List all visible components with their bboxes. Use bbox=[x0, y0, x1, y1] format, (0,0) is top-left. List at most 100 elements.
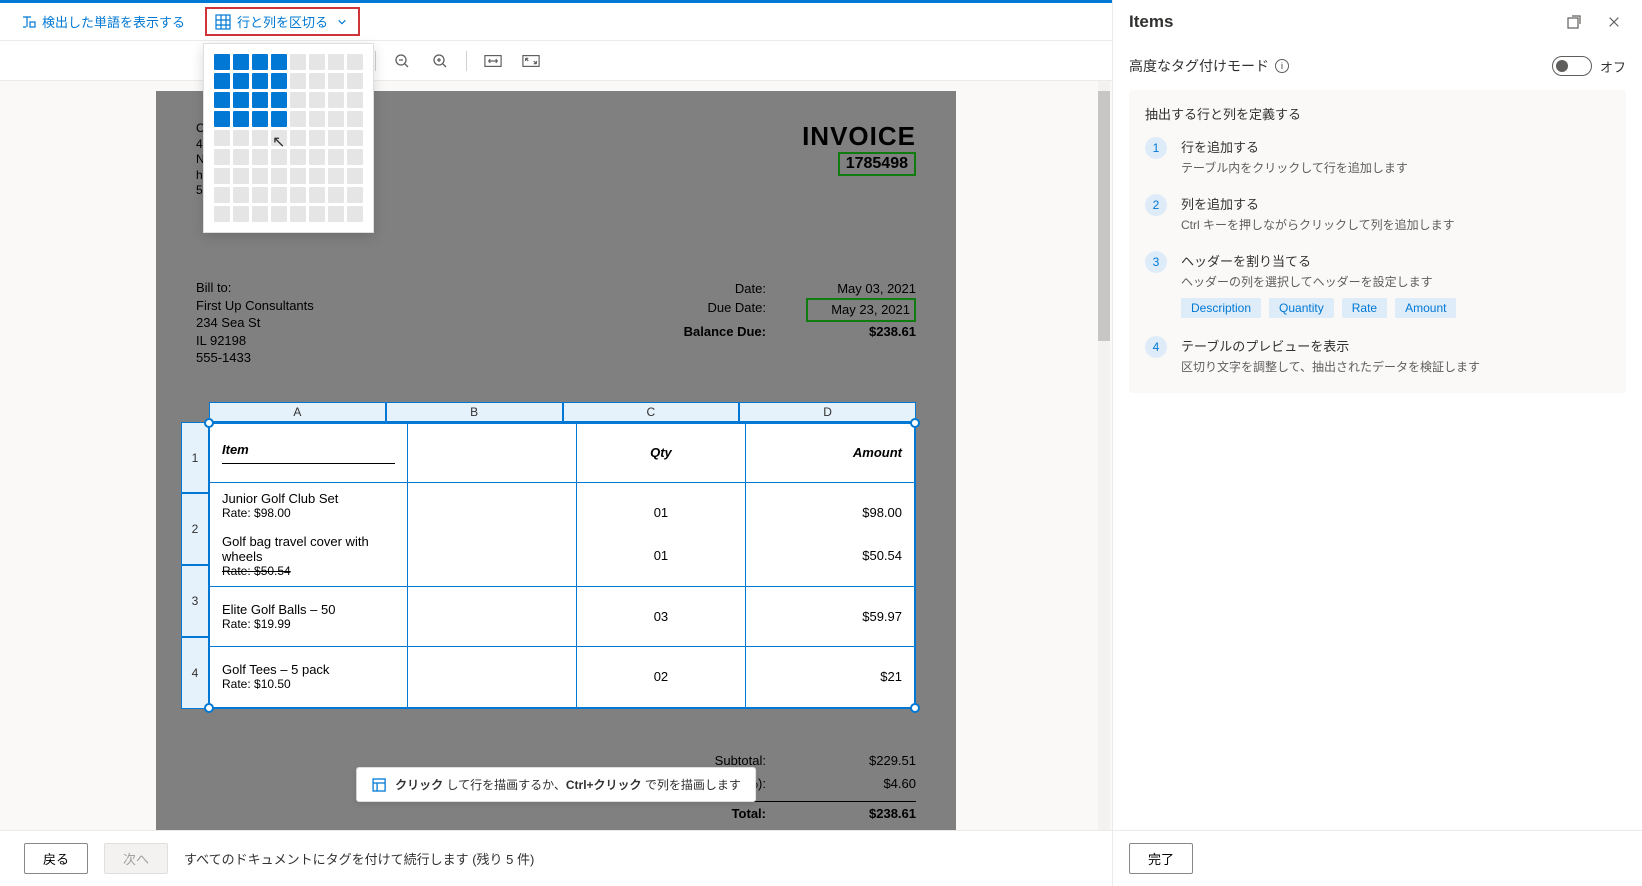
divider bbox=[466, 51, 467, 71]
resize-handle-bl[interactable] bbox=[204, 703, 214, 713]
step-number: 1 bbox=[1145, 137, 1167, 159]
tax-value: $4.60 bbox=[826, 772, 916, 795]
bill-to-phone: 555-1433 bbox=[196, 349, 314, 367]
advanced-mode-label: 高度なタグ付けモード bbox=[1129, 56, 1269, 76]
th-item: Item bbox=[222, 442, 395, 457]
th-qty: Qty bbox=[650, 445, 672, 460]
close-button[interactable] bbox=[1602, 10, 1626, 34]
header-tag[interactable]: Rate bbox=[1342, 298, 1387, 318]
total-label: Total: bbox=[732, 802, 766, 825]
show-detected-words-button[interactable]: 検出した単語を表示する bbox=[14, 8, 191, 35]
table-grid[interactable]: Item Qty Amount Junior Golf Club Set Rat… bbox=[208, 422, 916, 709]
row-header-1[interactable]: 1 bbox=[181, 422, 209, 494]
item-qty: 02 bbox=[654, 669, 668, 684]
item-rate: Rate: $10.50 bbox=[222, 677, 395, 691]
bill-to-label: Bill to: bbox=[196, 279, 314, 297]
grid-size-picker[interactable]: ↖ bbox=[203, 43, 374, 233]
fit-page-button[interactable] bbox=[519, 49, 543, 73]
item-amount: $21 bbox=[880, 669, 902, 684]
delimit-rows-cols-button[interactable]: 行と列を区切る bbox=[205, 7, 360, 36]
step-desc: テーブル内をクリックして行を追加します bbox=[1181, 159, 1408, 176]
step-number: 3 bbox=[1145, 251, 1167, 273]
bill-to-street: 234 Sea St bbox=[196, 314, 314, 332]
step-desc: Ctrl キーを押しながらクリックして列を追加します bbox=[1181, 216, 1455, 233]
grid-picker-cells bbox=[214, 54, 363, 222]
resize-handle-tl[interactable] bbox=[204, 418, 214, 428]
step-title: ヘッダーを割り当てる bbox=[1181, 251, 1456, 270]
text-icon bbox=[20, 14, 36, 30]
header-tag[interactable]: Quantity bbox=[1269, 298, 1334, 318]
item-qty: 01 bbox=[654, 548, 668, 563]
item-rate: Rate: $98.00 bbox=[222, 506, 395, 520]
item-rate: Rate: $50.54 bbox=[222, 564, 395, 578]
item-name: Elite Golf Balls – 50 bbox=[222, 602, 395, 617]
table-icon bbox=[215, 14, 231, 30]
col-header-d[interactable]: D bbox=[739, 402, 916, 422]
subtotal-value: $229.51 bbox=[826, 749, 916, 772]
step-desc: 区切り文字を調整して、抽出されたデータを検証します bbox=[1181, 358, 1480, 375]
sidebar-title: Items bbox=[1129, 12, 1173, 32]
popout-button[interactable] bbox=[1562, 10, 1586, 34]
zoom-out-button[interactable] bbox=[390, 49, 414, 73]
item-amount: $59.97 bbox=[862, 609, 902, 624]
document-canvas[interactable]: C 4 N h 5 INVOICE 1785498 Bill to: First… bbox=[0, 81, 1112, 830]
dates-block: Date:May 03, 2021 Due Date:May 23, 2021 … bbox=[684, 279, 916, 367]
item-name: Junior Golf Club Set bbox=[222, 491, 395, 506]
step-2: 2 列を追加する Ctrl キーを押しながらクリックして列を追加します bbox=[1145, 194, 1610, 233]
item-amount: $98.00 bbox=[862, 505, 902, 520]
main-footer: 戻る 次へ すべてのドキュメントにタグを付けて続行します (残り 5 件) bbox=[0, 830, 1112, 886]
show-words-label: 検出した単語を表示する bbox=[42, 12, 185, 31]
due-date-label: Due Date: bbox=[707, 298, 766, 322]
col-header-c[interactable]: C bbox=[563, 402, 740, 422]
step-number: 2 bbox=[1145, 194, 1167, 216]
item-rate: Rate: $19.99 bbox=[222, 617, 395, 631]
scrollbar-thumb[interactable] bbox=[1098, 91, 1110, 341]
item-amount: $50.54 bbox=[862, 548, 902, 563]
advanced-mode-toggle[interactable]: オフ bbox=[1552, 56, 1626, 76]
th-amount: Amount bbox=[853, 445, 902, 460]
step-title: テーブルのプレビューを表示 bbox=[1181, 336, 1480, 355]
step-3: 3 ヘッダーを割り当てる ヘッダーの列を選択してヘッダーを設定します Descr… bbox=[1145, 251, 1610, 318]
header-tag[interactable]: Amount bbox=[1395, 298, 1456, 318]
balance-label: Balance Due: bbox=[684, 322, 766, 342]
delimit-label: 行と列を区切る bbox=[237, 12, 328, 31]
item-name: Golf Tees – 5 pack bbox=[222, 662, 395, 677]
resize-handle-br[interactable] bbox=[910, 703, 920, 713]
step-title: 行を追加する bbox=[1181, 137, 1408, 156]
next-button[interactable]: 次へ bbox=[104, 843, 168, 874]
footer-status: すべてのドキュメントにタグを付けて続行します (残り 5 件) bbox=[184, 849, 534, 868]
item-qty: 03 bbox=[654, 609, 668, 624]
row-header-2[interactable]: 2 bbox=[181, 493, 209, 565]
col-header-b[interactable]: B bbox=[386, 402, 563, 422]
top-toolbar: 検出した単語を表示する 行と列を区切る bbox=[0, 3, 1112, 41]
resize-handle-tr[interactable] bbox=[910, 418, 920, 428]
vertical-scrollbar[interactable] bbox=[1098, 81, 1110, 830]
item-name: Golf bag travel cover with wheels bbox=[222, 534, 395, 564]
back-button[interactable]: 戻る bbox=[24, 843, 88, 874]
header-tag[interactable]: Description bbox=[1181, 298, 1261, 318]
info-icon[interactable]: i bbox=[1275, 59, 1289, 73]
bill-to-name: First Up Consultants bbox=[196, 297, 314, 315]
sidebar-panel: Items 高度なタグ付けモード i オフ 抽出する行と列を定義する bbox=[1112, 0, 1642, 886]
due-date-value: May 23, 2021 bbox=[806, 298, 916, 322]
row-header-4[interactable]: 4 bbox=[181, 637, 209, 709]
steps-panel: 抽出する行と列を定義する 1 行を追加するテーブル内をクリックして行を追加します… bbox=[1129, 90, 1626, 393]
done-button[interactable]: 完了 bbox=[1129, 843, 1193, 874]
zoom-in-button[interactable] bbox=[428, 49, 452, 73]
bill-to-city: IL 92198 bbox=[196, 332, 314, 350]
step-desc: ヘッダーの列を選択してヘッダーを設定します bbox=[1181, 273, 1456, 290]
total-value: $238.61 bbox=[826, 802, 916, 825]
fit-width-button[interactable] bbox=[481, 49, 505, 73]
step-number: 4 bbox=[1145, 336, 1167, 358]
item-qty: 01 bbox=[654, 505, 668, 520]
row-header-3[interactable]: 3 bbox=[181, 565, 209, 637]
col-header-a[interactable]: A bbox=[209, 402, 386, 422]
chevron-down-icon bbox=[334, 14, 350, 30]
date-value: May 03, 2021 bbox=[806, 279, 916, 299]
table-selection[interactable]: A B C D 1 2 3 4 bbox=[196, 402, 916, 709]
divider bbox=[375, 51, 376, 71]
invoice-number: 1785498 bbox=[838, 152, 916, 176]
step-title: 列を追加する bbox=[1181, 194, 1455, 213]
invoice-title: INVOICE bbox=[802, 121, 916, 152]
step-4: 4 テーブルのプレビューを表示区切り文字を調整して、抽出されたデータを検証します bbox=[1145, 336, 1610, 375]
